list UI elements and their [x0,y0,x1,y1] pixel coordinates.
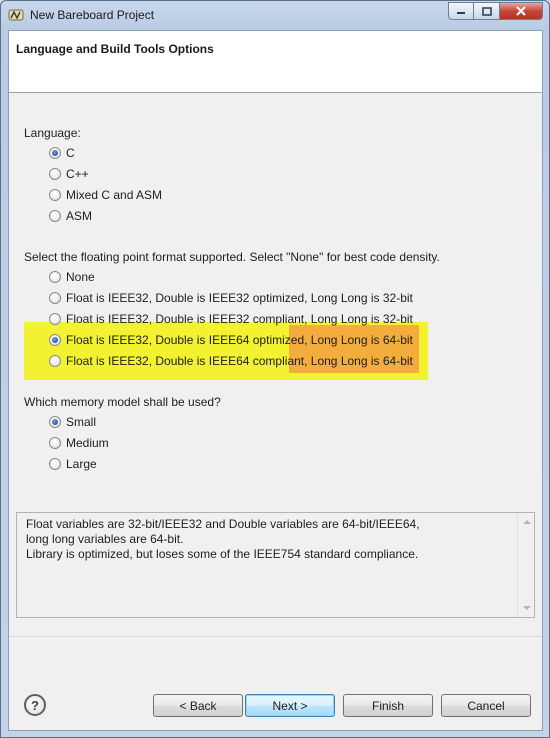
maximize-button[interactable] [474,2,500,20]
memory-model-label: Which memory model shall be used? [24,395,221,409]
description-line: Float variables are 32-bit/IEEE32 and Do… [26,517,420,531]
window-controls [448,2,543,20]
radio-language-mixed[interactable]: Mixed C and ASM [49,187,162,203]
radio-button[interactable] [49,355,61,367]
radio-button[interactable] [49,210,61,222]
next-button[interactable]: Next > [245,694,335,717]
vertical-scrollbar[interactable] [517,513,534,617]
radio-memory-small[interactable]: Small [49,414,96,430]
title-bar[interactable]: New Bareboard Project [1,1,549,29]
question-mark-icon[interactable]: ? [24,694,46,716]
cancel-button[interactable]: Cancel [441,694,531,717]
close-button[interactable] [500,2,543,20]
radio-button[interactable] [49,189,61,201]
back-button[interactable]: < Back [153,694,243,717]
radio-button[interactable] [49,292,61,304]
description-line: long long variables are 64-bit. [26,532,184,546]
radio-button[interactable] [49,271,61,283]
description-line: Library is optimized, but loses some of … [26,547,419,561]
scroll-up-arrow-icon[interactable] [523,520,531,524]
maximize-icon [481,6,492,16]
finish-button[interactable]: Finish [343,694,433,717]
footer-separator [9,636,542,637]
radio-button[interactable] [49,416,61,428]
float-format-label: Select the floating point format support… [24,250,440,264]
radio-float-ieee32-optimized[interactable]: Float is IEEE32, Double is IEEE32 optimi… [49,290,413,306]
scroll-down-arrow-icon[interactable] [523,606,531,610]
radio-button[interactable] [49,334,61,346]
language-label: Language: [24,126,81,140]
radio-button[interactable] [49,458,61,470]
close-icon [516,6,526,16]
radio-float-none[interactable]: None [49,269,95,285]
radio-language-asm[interactable]: ASM [49,208,92,224]
radio-memory-medium[interactable]: Medium [49,435,109,451]
minimize-icon [457,12,465,14]
radio-float-ieee64-optimized[interactable]: Float is IEEE32, Double is IEEE64 optimi… [49,332,413,348]
radio-language-cpp[interactable]: C++ [49,166,89,182]
radio-button[interactable] [49,313,61,325]
radio-float-ieee32-compliant[interactable]: Float is IEEE32, Double is IEEE32 compli… [49,311,413,327]
minimize-button[interactable] [448,2,474,20]
wizard-header: Language and Build Tools Options [9,31,542,93]
eclipse-app-icon [8,9,24,21]
radio-float-ieee64-compliant[interactable]: Float is IEEE32, Double is IEEE64 compli… [49,353,413,369]
radio-button[interactable] [49,168,61,180]
description-textarea[interactable]: Float variables are 32-bit/IEEE32 and Do… [16,512,535,618]
radio-language-c[interactable]: C [49,145,75,161]
window-title: New Bareboard Project [30,8,155,22]
radio-button[interactable] [49,147,61,159]
dialog-client-area: Language and Build Tools Options Languag… [8,30,543,731]
radio-memory-large[interactable]: Large [49,456,97,472]
dialog-window: New Bareboard Project Language and Build… [0,0,550,738]
page-title: Language and Build Tools Options [16,42,214,56]
radio-button[interactable] [49,437,61,449]
